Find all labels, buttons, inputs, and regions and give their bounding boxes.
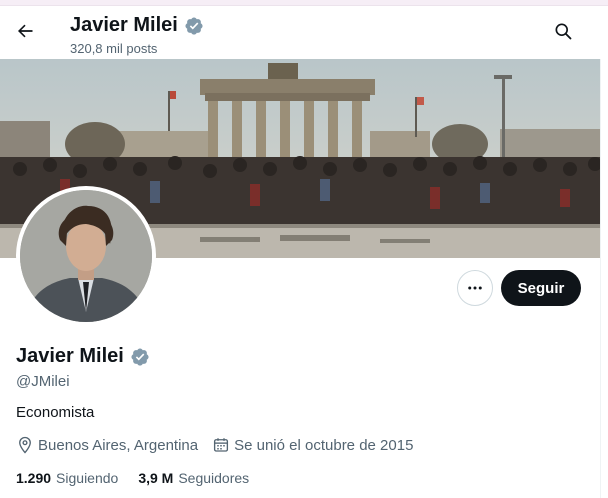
followers-link[interactable]: 3,9 M Seguidores (138, 470, 249, 486)
joined-item: Se unió el octubre de 2015 (212, 436, 413, 454)
header-name: Javier Milei (70, 14, 178, 36)
verified-badge-icon[interactable] (130, 347, 150, 367)
profile-bio: Economista (16, 404, 95, 421)
location-text: Buenos Aires, Argentina (38, 436, 199, 454)
more-options-button[interactable] (457, 270, 493, 306)
calendar-icon (214, 438, 229, 452)
joined-text: Se unió el octubre de 2015 (234, 436, 414, 454)
search-button[interactable] (546, 14, 580, 48)
profile-name: Javier Milei (16, 345, 124, 367)
following-link[interactable]: 1.290 Siguiendo (16, 470, 118, 486)
profile-header: Javier Milei 320,8 mil posts (0, 6, 608, 59)
following-label: Siguiendo (56, 470, 119, 486)
more-dots-icon (468, 286, 482, 290)
profile-meta: Buenos Aires, Argentina Se unió el octub… (16, 434, 427, 456)
profile-stats: 1.290 Siguiendo 3,9 M Seguidores (16, 470, 249, 486)
back-button[interactable] (8, 14, 42, 48)
profile-handle: @JMilei (16, 373, 70, 390)
scroll-edge (600, 59, 608, 498)
avatar-photo (20, 190, 152, 322)
arrow-left-icon (18, 24, 33, 38)
verified-badge-icon (185, 16, 203, 35)
following-count: 1.290 (16, 470, 52, 486)
follow-button[interactable]: Seguir (501, 270, 581, 306)
header-posts-count: 320,8 mil posts (70, 41, 158, 56)
profile-name-row: Javier Milei (16, 345, 150, 368)
search-icon (555, 23, 572, 40)
location-item: Buenos Aires, Argentina (16, 436, 198, 454)
header-title: Javier Milei (70, 14, 204, 37)
followers-label: Seguidores (178, 470, 250, 486)
followers-count: 3,9 M (138, 470, 174, 486)
location-pin-icon (19, 436, 31, 454)
profile-avatar[interactable] (16, 186, 156, 326)
